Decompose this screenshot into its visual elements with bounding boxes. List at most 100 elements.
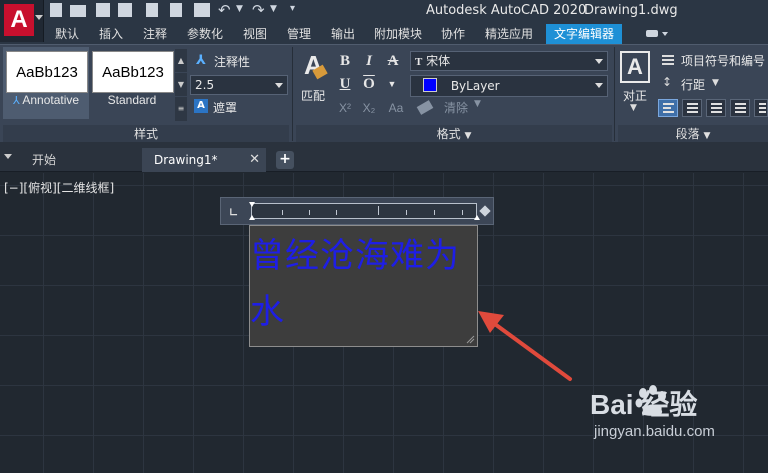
annotation-arrow [478,311,572,381]
undo-dropdown-icon[interactable]: ▼ [236,4,243,14]
ruler-track[interactable] [249,202,480,220]
line-spacing-label: 行距 [681,78,706,92]
plot-icon[interactable] [194,3,210,17]
chevron-down-icon: ▼ [474,99,481,109]
tab-bar-menu-icon[interactable] [4,152,14,162]
style-name-annotative: Annotative [22,93,80,107]
italic-button[interactable]: I [360,52,378,70]
scroll-up-icon[interactable]: ▲ [175,49,187,73]
customize-qat-icon[interactable]: ▾ [290,3,295,14]
ruler-tick [282,210,283,215]
eraser-icon [416,100,434,115]
product-title: Autodesk AutoCAD 2020 [426,3,587,18]
align-center-button[interactable] [682,99,702,117]
open-from-web-icon[interactable] [146,3,158,17]
match-label: 匹配 [300,89,325,103]
tab-featured-apps[interactable]: 精选应用 [478,24,540,44]
underline-button[interactable]: U [336,75,354,93]
text-ruler[interactable]: ∟ [220,197,494,225]
annotative-scale-icon: ⅄ [196,53,206,68]
scroll-down-icon[interactable]: ▼ [175,73,187,97]
autocad-logo-icon: A [4,4,34,36]
tab-stop-left-icon[interactable]: ∟ [229,206,238,219]
tab-output[interactable]: 输出 [324,24,362,44]
subscript-button[interactable]: X₂ [360,99,378,117]
open-folder-icon[interactable] [70,5,86,17]
paragraph-panel-title[interactable]: 段落 ▼ [618,125,768,143]
redo-dropdown-icon[interactable]: ▼ [270,4,277,14]
close-icon[interactable]: ✕ [249,148,260,172]
justify-align-button[interactable] [730,99,750,117]
justify-label: 对正 [622,89,647,103]
color-swatch [423,78,437,92]
annotative-icon: ⅄ [12,95,20,107]
tab-parametric[interactable]: 参数化 [180,24,230,44]
tab-annotate[interactable]: 注释 [136,24,174,44]
watermark-url: jingyan.baidu.com [594,423,715,440]
ruler-tick [462,210,463,215]
viewport-controls[interactable]: [−][俯视][二维线框] [4,179,114,196]
chevron-down-icon [35,15,43,20]
tab-addins[interactable]: 附加模块 [368,24,428,44]
chevron-down-icon: ▼ [464,131,472,141]
style-preview-annotative[interactable]: AaBb123 [6,51,88,93]
color-combo[interactable]: ByLayer [410,75,608,97]
bold-button[interactable]: B [336,52,354,70]
annotation-arrow-shaft [486,317,572,381]
overline-button[interactable]: O [360,75,378,93]
redo-icon[interactable]: ↷ [252,1,265,19]
save-to-web-icon[interactable] [170,3,182,17]
text-height-value: 2.5 [195,78,215,92]
add-tab-icon[interactable]: + [276,151,294,169]
ruler-tick [309,210,310,215]
ruler-tick [406,210,407,215]
distribute-align-button[interactable] [754,99,768,117]
ribbon-minimize-icon[interactable] [640,27,670,41]
style-panel-title: 样式 [3,125,289,143]
truetype-font-icon: T [415,56,423,68]
drawing-canvas[interactable]: [−][俯视][二维线框] ∟ 曾经沧海难为水 Bai 经验 jingyan.b… [0,173,768,473]
change-case-button[interactable]: Aa [384,99,408,117]
chevron-down-icon: ▼ [630,103,637,113]
undo-icon[interactable]: ↶ [218,1,231,19]
save-icon[interactable] [96,3,110,17]
font-combo[interactable]: T 宋体 [410,51,608,71]
right-margin-marker-icon[interactable] [474,215,480,220]
align-left-button[interactable] [658,99,678,117]
superscript-button[interactable]: X² [336,99,354,117]
align-right-button[interactable] [706,99,726,117]
tab-view[interactable]: 视图 [236,24,274,44]
style-gallery-scroll[interactable]: ▲ ▼ ≡ [175,49,187,121]
strikethrough-button[interactable]: A [384,52,402,70]
dropdown-caret[interactable]: ▼ [383,75,401,93]
tab-default[interactable]: 默认 [48,24,86,44]
annotative-label: 注释性 [214,55,251,69]
tab-insert[interactable]: 插入 [92,24,130,44]
indent-marker-icon[interactable] [249,202,255,207]
mtext-editor[interactable]: 曾经沧海难为水 [249,225,478,347]
gallery-expand-icon[interactable]: ≡ [175,97,187,121]
baidu-watermark: Bai 经验 jingyan.baidu.com [580,383,760,447]
chevron-down-icon [595,59,603,64]
clear-label: 清除 [444,101,469,115]
tab-collaborate[interactable]: 协作 [434,24,472,44]
mtext-content[interactable]: 曾经沧海难为水 [250,228,479,340]
ribbon: AaBb123 ⅄ Annotative AaBb123 Standard ▲ … [0,44,768,143]
width-handle-icon[interactable] [479,205,491,217]
chevron-down-icon: ▼ [712,78,719,88]
color-name: ByLayer [450,79,500,93]
file-tab-start[interactable]: 开始 [20,148,140,172]
tab-text-editor[interactable]: 文字编辑器 [546,24,622,44]
new-file-icon[interactable] [50,3,62,17]
file-tab-drawing1[interactable]: Drawing1* ✕ [142,148,266,172]
format-panel-title[interactable]: 格式 ▼ [296,125,612,143]
font-name: 宋体 [426,54,451,68]
tab-manage[interactable]: 管理 [280,24,318,44]
chevron-down-icon: ▼ [703,131,711,141]
application-menu-button[interactable]: A [0,0,44,42]
style-preview-standard[interactable]: AaBb123 [92,51,174,93]
text-height-combo[interactable]: 2.5 [190,75,288,95]
save-as-icon[interactable] [118,3,132,17]
indent-marker-icon[interactable] [249,215,255,220]
document-tab-bar: 开始 Drawing1* ✕ + [0,142,768,172]
